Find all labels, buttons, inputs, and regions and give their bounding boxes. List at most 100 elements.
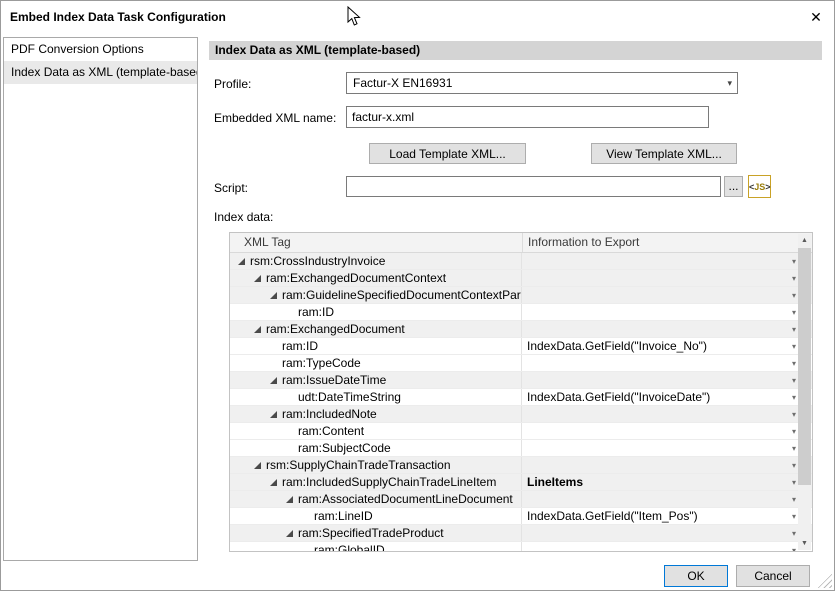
- tree-indent: [230, 550, 302, 551]
- table-row[interactable]: ram:AssociatedDocumentLineDocument ▾: [230, 491, 812, 508]
- xml-tag-label: rsm:CrossIndustryInvoice: [250, 254, 385, 268]
- export-cell[interactable]: IndexData.GetField("InvoiceDate") ▾: [522, 389, 799, 405]
- export-cell[interactable]: LineItems ▾: [522, 474, 799, 490]
- export-cell[interactable]: ▾: [522, 542, 799, 551]
- dropdown-icon[interactable]: ▾: [792, 325, 796, 334]
- table-scrollbar[interactable]: ▲ ▼: [798, 234, 811, 550]
- expanded-node-icon[interactable]: [254, 275, 261, 282]
- dropdown-icon[interactable]: ▾: [792, 478, 796, 487]
- dropdown-icon[interactable]: ▾: [792, 359, 796, 368]
- dropdown-icon[interactable]: ▾: [792, 291, 796, 300]
- xml-tag-label: ram:ExchangedDocumentContext: [266, 271, 446, 285]
- dropdown-icon[interactable]: ▾: [792, 427, 796, 436]
- dropdown-icon[interactable]: ▾: [792, 444, 796, 453]
- tree-indent: [230, 278, 254, 279]
- table-row[interactable]: udt:DateTimeString IndexData.GetField("I…: [230, 389, 812, 406]
- table-row[interactable]: ram:ID IndexData.GetField("Invoice_No") …: [230, 338, 812, 355]
- export-cell[interactable]: ▾: [522, 253, 799, 269]
- browse-button[interactable]: ...: [724, 176, 743, 197]
- export-cell[interactable]: ▾: [522, 457, 799, 473]
- export-cell[interactable]: ▾: [522, 304, 799, 320]
- xml-tag-label: ram:Content: [298, 424, 364, 438]
- table-row[interactable]: ram:ExchangedDocumentContext ▾: [230, 270, 812, 287]
- expanded-node-icon[interactable]: [270, 411, 277, 418]
- table-row[interactable]: ram:IncludedNote ▾: [230, 406, 812, 423]
- dropdown-icon[interactable]: ▾: [792, 393, 796, 402]
- export-cell[interactable]: ▾: [522, 525, 799, 541]
- table-row[interactable]: ram:SubjectCode ▾: [230, 440, 812, 457]
- export-cell[interactable]: ▾: [522, 440, 799, 456]
- expanded-node-icon[interactable]: [270, 479, 277, 486]
- dropdown-icon[interactable]: ▾: [792, 461, 796, 470]
- xml-tag-label: rsm:SupplyChainTradeTransaction: [266, 458, 451, 472]
- resize-grip[interactable]: [817, 573, 832, 588]
- titlebar: Embed Index Data Task Configuration ✕: [1, 1, 834, 33]
- dropdown-icon[interactable]: ▾: [792, 376, 796, 385]
- expanded-node-icon[interactable]: [254, 326, 261, 333]
- expanded-node-icon[interactable]: [286, 496, 293, 503]
- profile-combobox[interactable]: Factur-X EN16931 ▾: [346, 72, 738, 94]
- scroll-down-icon[interactable]: ▼: [798, 537, 811, 550]
- xml-tag-label: ram:GuidelineSpecifiedDocumentContextPar…: [282, 288, 522, 302]
- javascript-editor-icon[interactable]: <JS>: [748, 175, 771, 198]
- xml-tag-cell: ram:ExchangedDocument: [230, 321, 522, 337]
- table-row[interactable]: ram:GuidelineSpecifiedDocumentContextPar…: [230, 287, 812, 304]
- export-cell[interactable]: ▾: [522, 355, 799, 371]
- dropdown-icon[interactable]: ▾: [792, 512, 796, 521]
- sidebar-item-index-data-as-xml[interactable]: Index Data as XML (template-based): [4, 61, 197, 84]
- view-template-xml-button[interactable]: View Template XML...: [591, 143, 737, 164]
- dropdown-icon[interactable]: ▾: [792, 274, 796, 283]
- ok-button[interactable]: OK: [664, 565, 728, 587]
- scroll-up-icon[interactable]: ▲: [798, 234, 811, 247]
- export-cell[interactable]: ▾: [522, 406, 799, 422]
- table-row[interactable]: ram:IssueDateTime ▾: [230, 372, 812, 389]
- dropdown-icon[interactable]: ▾: [792, 495, 796, 504]
- table-row[interactable]: rsm:SupplyChainTradeTransaction ▾: [230, 457, 812, 474]
- load-template-xml-button[interactable]: Load Template XML...: [369, 143, 526, 164]
- export-cell[interactable]: IndexData.GetField("Invoice_No") ▾: [522, 338, 799, 354]
- scrollbar-thumb[interactable]: [798, 248, 811, 485]
- dropdown-icon[interactable]: ▾: [792, 529, 796, 538]
- expanded-node-icon[interactable]: [238, 258, 245, 265]
- table-row[interactable]: ram:GlobalID ▾: [230, 542, 812, 551]
- close-icon[interactable]: ✕: [807, 8, 825, 26]
- script-input[interactable]: [346, 176, 721, 197]
- dropdown-icon[interactable]: ▾: [792, 257, 796, 266]
- table-row[interactable]: ram:LineID IndexData.GetField("Item_Pos"…: [230, 508, 812, 525]
- export-cell[interactable]: ▾: [522, 287, 799, 303]
- export-cell[interactable]: ▾: [522, 423, 799, 439]
- expanded-node-icon[interactable]: [270, 292, 277, 299]
- xml-tag-cell: ram:LineID: [230, 508, 522, 524]
- index-data-table-body: rsm:CrossIndustryInvoice ▾ ram:Exchanged…: [230, 253, 812, 551]
- embedded-xml-name-label: Embedded XML name:: [214, 111, 336, 125]
- table-row[interactable]: ram:SpecifiedTradeProduct ▾: [230, 525, 812, 542]
- export-cell[interactable]: IndexData.GetField("Item_Pos") ▾: [522, 508, 799, 524]
- cancel-button[interactable]: Cancel: [736, 565, 810, 587]
- index-data-table: XML Tag Information to Export rsm:CrossI…: [229, 232, 813, 552]
- expanded-node-icon[interactable]: [254, 462, 261, 469]
- export-value: IndexData.GetField("InvoiceDate"): [527, 390, 710, 404]
- export-cell[interactable]: ▾: [522, 321, 799, 337]
- dropdown-icon[interactable]: ▾: [792, 308, 796, 317]
- dropdown-icon[interactable]: ▾: [792, 342, 796, 351]
- tree-indent: [230, 431, 286, 432]
- expanded-node-icon[interactable]: [270, 377, 277, 384]
- table-row[interactable]: ram:ID ▾: [230, 304, 812, 321]
- sidebar-item-pdf-conversion-options[interactable]: PDF Conversion Options: [4, 38, 197, 61]
- dropdown-icon[interactable]: ▾: [792, 410, 796, 419]
- tree-indent: [230, 448, 286, 449]
- xml-tag-label: ram:ID: [298, 305, 334, 319]
- export-cell[interactable]: ▾: [522, 491, 799, 507]
- table-row[interactable]: rsm:CrossIndustryInvoice ▾: [230, 253, 812, 270]
- chevron-down-icon[interactable]: ▾: [727, 73, 732, 93]
- dropdown-icon[interactable]: ▾: [792, 546, 796, 551]
- export-cell[interactable]: ▾: [522, 372, 799, 388]
- export-cell[interactable]: ▾: [522, 270, 799, 286]
- table-row[interactable]: ram:Content ▾: [230, 423, 812, 440]
- embedded-xml-name-input[interactable]: [346, 106, 709, 128]
- table-row[interactable]: ram:TypeCode ▾: [230, 355, 812, 372]
- table-row[interactable]: ram:ExchangedDocument ▾: [230, 321, 812, 338]
- table-row[interactable]: ram:IncludedSupplyChainTradeLineItem Lin…: [230, 474, 812, 491]
- tree-indent: [230, 533, 286, 534]
- expanded-node-icon[interactable]: [286, 530, 293, 537]
